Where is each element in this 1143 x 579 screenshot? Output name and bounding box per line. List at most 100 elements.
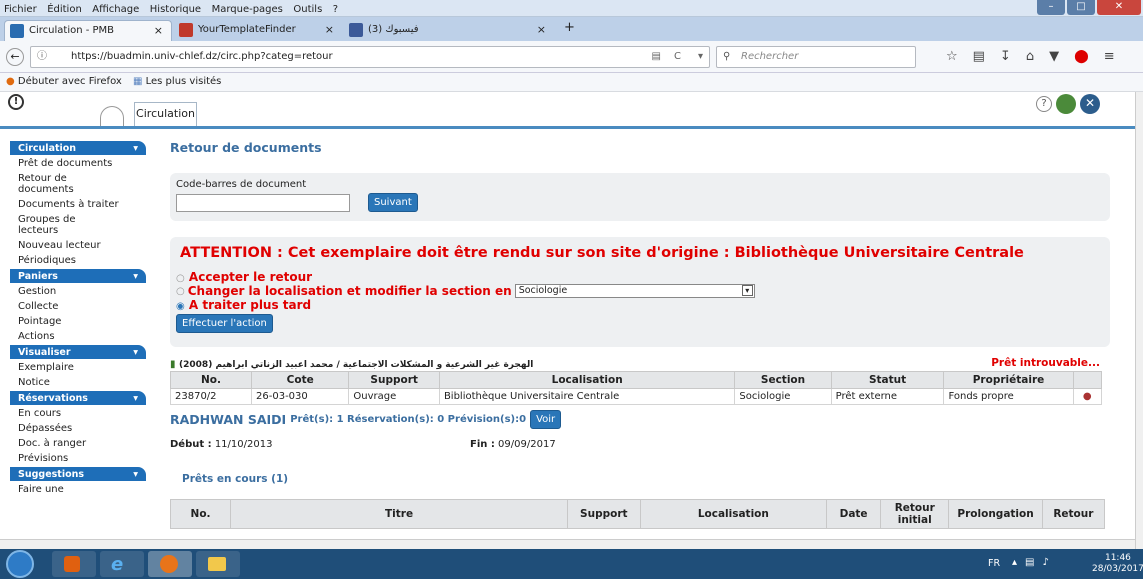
bookmark-debuter[interactable]: Débuter avec Firefox: [18, 76, 122, 87]
tab-circulation-pmb[interactable]: Circulation - PMB ×: [4, 20, 172, 41]
loans-title[interactable]: Prêts en cours (1): [182, 473, 1110, 485]
pocket-icon[interactable]: ▼: [1049, 49, 1059, 64]
col-header: Retour initial: [880, 499, 950, 529]
sidebar-item-doc-a-ranger[interactable]: Doc. à ranger: [10, 436, 146, 451]
barcode-panel: Code-barres de document Suivant: [170, 173, 1110, 221]
language-indicator[interactable]: FR: [988, 558, 1000, 569]
menu-edition[interactable]: Édition: [47, 4, 82, 15]
url-bar[interactable]: ⓘ https://buadmin.univ-chlef.dz/circ.php…: [30, 46, 710, 68]
close-tab-icon[interactable]: ×: [537, 20, 546, 40]
lock-info-icon[interactable]: ⓘ: [37, 47, 47, 67]
new-tab-icon[interactable]: +: [564, 20, 575, 35]
home-icon[interactable]: ⌂: [1026, 49, 1034, 64]
sidebar-section-paniers[interactable]: Paniers ▾: [10, 269, 146, 283]
reader-view-icon[interactable]: ▤: [652, 47, 661, 67]
header-divider: [0, 126, 1135, 129]
section-select[interactable]: Sociologie ▾: [514, 284, 755, 298]
taskbar-firefox-icon[interactable]: [148, 551, 192, 577]
sidebar-section-circulation[interactable]: Circulation ▾: [10, 141, 146, 155]
voir-button[interactable]: Voir: [530, 410, 562, 429]
close-tab-icon[interactable]: ×: [154, 21, 163, 41]
download-icon[interactable]: ↧: [1000, 49, 1011, 64]
minimize-icon[interactable]: –: [1037, 0, 1065, 15]
tab-yourtemplatefinder[interactable]: YourTemplateFinder ×: [174, 20, 342, 41]
user-icon[interactable]: [1056, 94, 1076, 114]
sidebar-item-en-cours[interactable]: En cours: [10, 406, 146, 421]
start-button-icon[interactable]: [6, 550, 34, 578]
hamburger-menu-icon[interactable]: ≡: [1104, 49, 1115, 64]
sidebar-item-nouveau-lecteur[interactable]: Nouveau lecteur: [10, 238, 146, 253]
sidebar-section-reservations[interactable]: Réservations ▾: [10, 391, 146, 405]
sidebar-item-notice[interactable]: Notice: [10, 375, 146, 390]
sidebar-item-previsions[interactable]: Prévisions: [10, 451, 146, 466]
menu-fichier[interactable]: Fichier: [4, 4, 37, 15]
sidebar-item-collecte[interactable]: Collecte: [10, 299, 146, 314]
adblock-icon[interactable]: ⬤: [1074, 49, 1089, 64]
radio-checked-icon[interactable]: ◉: [176, 301, 185, 312]
maximize-icon[interactable]: □: [1067, 0, 1095, 15]
sidebar-item-a-traiter[interactable]: Documents à traiter: [10, 197, 146, 212]
option-later[interactable]: ◉ A traiter plus tard: [176, 298, 1104, 312]
close-window-icon[interactable]: ✕: [1097, 0, 1141, 15]
barcode-input[interactable]: [176, 193, 350, 212]
network-icon[interactable]: ▤: [1025, 557, 1034, 568]
chevron-down-icon: ▾: [133, 346, 138, 358]
sidebar-item-exemplaire[interactable]: Exemplaire: [10, 360, 146, 375]
col-header: Prolongation: [948, 499, 1043, 529]
dropdown-arrow-icon[interactable]: ▾: [698, 47, 703, 67]
sidebar-section-suggestions[interactable]: Suggestions ▾: [10, 467, 146, 481]
col-header: Date: [826, 499, 882, 529]
tab-facebook[interactable]: فيسبوك (3) ×: [344, 20, 554, 41]
horizontal-scrollbar[interactable]: [0, 539, 1135, 549]
loans-table: No. Titre Support Localisation Date Reto…: [169, 499, 1106, 529]
tray-arrow-icon[interactable]: ▴: [1012, 557, 1017, 568]
reload-icon[interactable]: C: [674, 47, 681, 67]
help-icon[interactable]: ?: [1036, 96, 1052, 112]
window-controls: – □ ✕: [1037, 0, 1141, 15]
sidebar-item-actions[interactable]: Actions: [10, 329, 146, 344]
radio-unchecked-icon[interactable]: ○: [176, 286, 185, 297]
document-title[interactable]: الهجرة غير الشرعية و المشكلات الاجتماعية…: [179, 360, 533, 370]
bookmark-plus-visites[interactable]: Les plus visités: [146, 76, 222, 87]
menu-bar: Fichier Édition Affichage Historique Mar…: [0, 0, 1143, 17]
menu-marque-pages[interactable]: Marque-pages: [212, 4, 283, 15]
alert-icon[interactable]: !: [8, 94, 24, 110]
basket-icon[interactable]: ●: [1072, 388, 1103, 405]
sidebar-item-periodiques[interactable]: Périodiques: [10, 253, 146, 268]
select-arrow-icon[interactable]: ▾: [741, 285, 753, 296]
sidebar-item-groupes[interactable]: Groupes de lecteurs: [10, 212, 80, 238]
menu-historique[interactable]: Historique: [150, 4, 201, 15]
bookmark-star-icon[interactable]: ☆: [946, 49, 958, 64]
menu-outils[interactable]: Outils: [293, 4, 322, 15]
taskbar-explorer-icon[interactable]: [196, 551, 240, 577]
back-icon[interactable]: ←: [6, 48, 24, 66]
menu-help[interactable]: ?: [333, 4, 338, 15]
radio-unchecked-icon[interactable]: ○: [176, 273, 185, 284]
sidebar-item-retour[interactable]: Retour de documents: [10, 171, 80, 197]
col-header: Propriétaire: [943, 371, 1074, 389]
sidebar-item-gestion[interactable]: Gestion: [10, 284, 146, 299]
search-input[interactable]: ⚲ Rechercher: [716, 46, 916, 68]
sidebar-item-pret[interactable]: Prêt de documents: [10, 156, 146, 171]
sidebar-item-faire-une[interactable]: Faire une: [10, 482, 146, 497]
option-change[interactable]: ○ Changer la localisation et modifier la…: [176, 284, 1104, 298]
close-tab-icon[interactable]: ×: [325, 20, 334, 40]
taskbar-ie-icon[interactable]: e: [100, 551, 144, 577]
vertical-scrollbar[interactable]: [1135, 92, 1143, 549]
sidebar-section-visualiser[interactable]: Visualiser ▾: [10, 345, 146, 359]
menu-items: Fichier Édition Affichage Historique Mar…: [0, 0, 1143, 17]
menu-affichage[interactable]: Affichage: [92, 4, 139, 15]
action-button[interactable]: Effectuer l'action: [176, 314, 273, 333]
library-icon[interactable]: ▤: [973, 49, 985, 64]
logout-icon[interactable]: ✕: [1080, 94, 1100, 114]
next-button[interactable]: Suivant: [368, 193, 418, 212]
taskbar-media-icon[interactable]: [52, 551, 96, 577]
sidebar-item-depassees[interactable]: Dépassées: [10, 421, 146, 436]
volume-icon[interactable]: ♪: [1042, 557, 1048, 568]
tab-circulation[interactable]: Circulation: [134, 102, 197, 126]
sidebar-item-pointage[interactable]: Pointage: [10, 314, 146, 329]
dashboard-gauge-icon[interactable]: [100, 106, 124, 126]
clock[interactable]: 11:46 28/03/2017: [1092, 553, 1143, 575]
option-accept[interactable]: ○ Accepter le retour: [176, 270, 1104, 284]
reader-name[interactable]: RADHWAN SAIDI: [170, 412, 286, 427]
